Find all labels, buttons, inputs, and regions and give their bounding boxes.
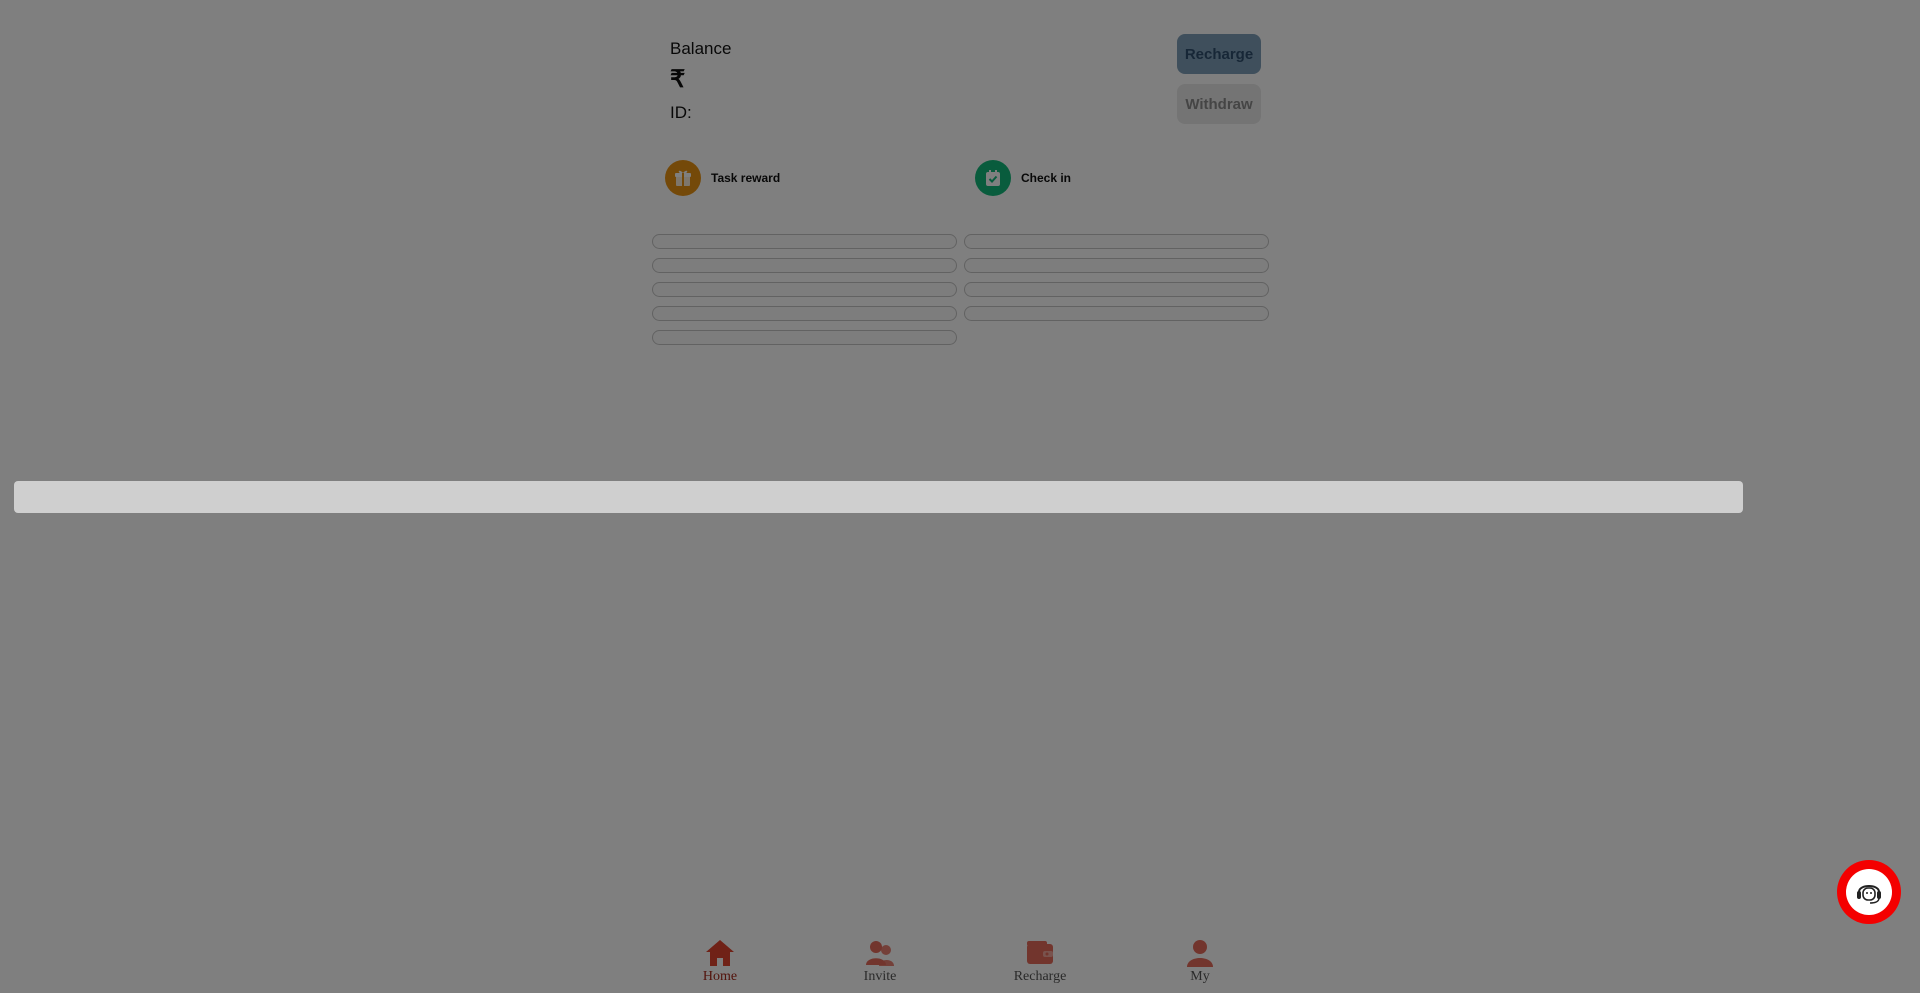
customer-service-button[interactable] <box>1837 860 1901 924</box>
loading-bar <box>14 481 1743 513</box>
customer-service-icon <box>1846 869 1892 915</box>
